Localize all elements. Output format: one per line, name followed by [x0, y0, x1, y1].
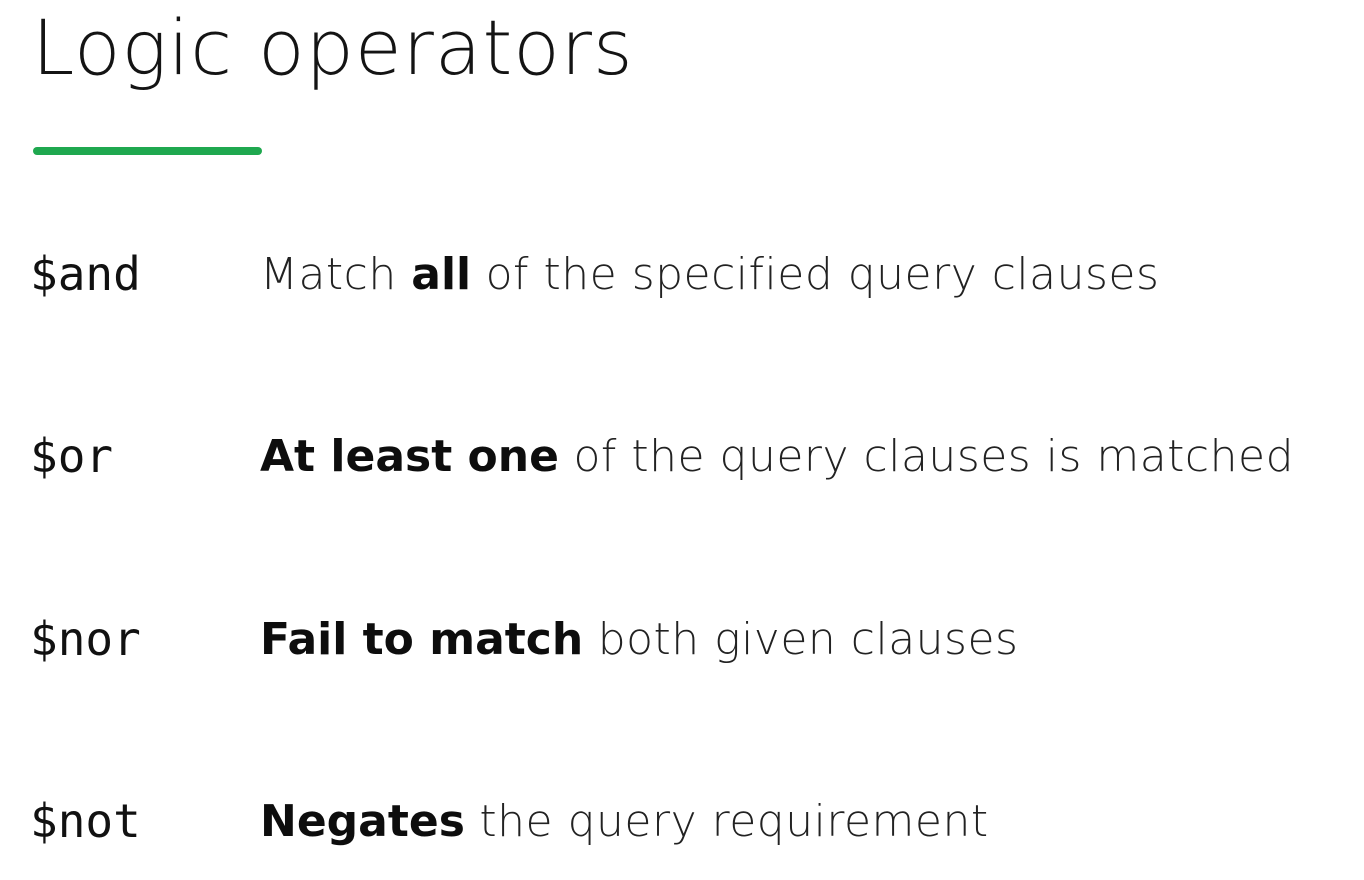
- description-text: Match: [260, 248, 412, 300]
- operator-name: $not: [30, 794, 141, 848]
- operator-description: At least one of the query clauses is mat…: [260, 431, 1294, 482]
- description-emphasis: At least one: [260, 430, 559, 482]
- description-text: the query requirement: [464, 795, 989, 847]
- operator-list: $and Match all of the specified query cl…: [0, 0, 1364, 880]
- operator-name: $or: [30, 429, 114, 483]
- operator-row-or: $or At least one of the query clauses is…: [30, 426, 1294, 486]
- description-emphasis: all: [411, 248, 472, 300]
- operator-description: Negates the query requirement: [260, 796, 989, 847]
- description-emphasis: Negates: [260, 795, 465, 847]
- description-text: of the query clauses is matched: [558, 430, 1295, 482]
- operator-row-nor: $nor Fail to match both given clauses: [30, 609, 1018, 669]
- operator-description: Fail to match both given clauses: [260, 614, 1018, 665]
- operator-description: Match all of the specified query clauses: [260, 249, 1159, 300]
- operator-row-not: $not Negates the query requirement: [30, 791, 989, 851]
- description-text: of the specified query clauses: [471, 248, 1160, 300]
- operator-name: $and: [30, 247, 141, 301]
- operator-name: $nor: [30, 612, 141, 666]
- description-text: both given clauses: [583, 613, 1019, 665]
- operator-row-and: $and Match all of the specified query cl…: [30, 244, 1159, 304]
- description-emphasis: Fail to match: [260, 613, 584, 665]
- slide: Logic operators $and Match all of the sp…: [0, 0, 1364, 880]
